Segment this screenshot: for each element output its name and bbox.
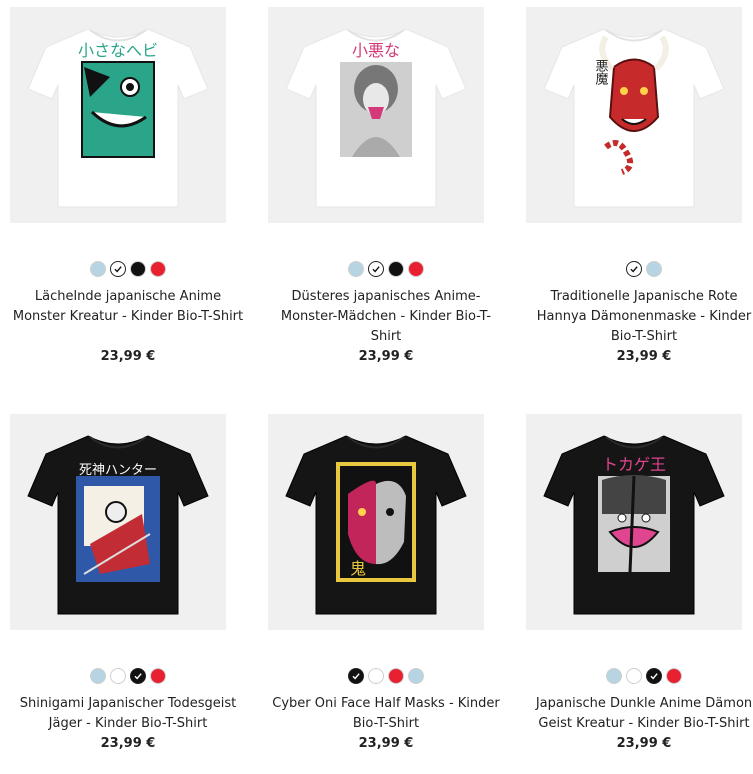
product-title[interactable]: Düsteres japanisches Anime-Monster-Mädch… (268, 287, 504, 347)
color-swatch[interactable] (388, 261, 404, 277)
color-swatch-selected[interactable] (646, 668, 662, 684)
color-swatches (10, 668, 246, 684)
svg-text:悪魔: 悪魔 (593, 59, 609, 85)
product-price: 23,99 € (100, 349, 156, 364)
product-price: 23,99 € (358, 349, 414, 364)
check-icon (352, 673, 360, 680)
product-price: 23,99 € (616, 349, 672, 364)
check-icon (372, 266, 380, 273)
color-swatch[interactable] (408, 668, 424, 684)
svg-text:鬼: 鬼 (350, 559, 366, 578)
product-image[interactable]: 鬼 (268, 414, 484, 630)
svg-text:死神ハンター: 死神ハンター (79, 463, 157, 478)
color-swatch[interactable] (130, 261, 146, 277)
color-swatch[interactable] (90, 668, 106, 684)
product-title[interactable]: Shinigami Japanischer Todesgeist Jäger -… (10, 694, 246, 734)
print-design: 小さなへビ (78, 41, 158, 158)
color-swatches (268, 668, 504, 684)
color-swatch[interactable] (150, 261, 166, 277)
check-icon (630, 266, 638, 273)
color-swatch[interactable] (110, 668, 126, 684)
color-swatch[interactable] (368, 668, 384, 684)
color-swatch[interactable] (388, 668, 404, 684)
color-swatch-selected[interactable] (348, 668, 364, 684)
color-swatch[interactable] (90, 261, 106, 277)
product-price: 23,99 € (358, 736, 414, 751)
color-swatch-selected[interactable] (130, 668, 146, 684)
check-icon (134, 673, 142, 680)
svg-text:小悪な: 小悪な (352, 41, 400, 60)
print-design: 死神ハンター (76, 463, 160, 582)
check-icon (650, 673, 658, 680)
product-image[interactable]: 死神ハンター (10, 414, 226, 630)
color-swatch[interactable] (646, 261, 662, 277)
color-swatch[interactable] (150, 668, 166, 684)
check-icon (114, 266, 122, 273)
color-swatches (10, 261, 246, 277)
color-swatch[interactable] (348, 261, 364, 277)
color-swatch-selected[interactable] (626, 261, 642, 277)
color-swatch-selected[interactable] (368, 261, 384, 277)
product-image[interactable]: 悪魔 (526, 7, 742, 223)
svg-text:トカゲ王: トカゲ王 (602, 455, 666, 474)
color-swatch[interactable] (626, 668, 642, 684)
product-title[interactable]: Cyber Oni Face Half Masks - Kinder Bio-T… (268, 694, 504, 734)
print-design: トカゲ王 (598, 455, 670, 573)
product-image[interactable]: トカゲ王 (526, 414, 742, 630)
product-title[interactable]: Lächelnde japanische Anime Monster Kreat… (10, 287, 246, 327)
color-swatch[interactable] (408, 261, 424, 277)
product-title[interactable]: Traditionelle Japanische Rote Hannya Däm… (526, 287, 753, 347)
color-swatches (268, 261, 504, 277)
color-swatches (526, 261, 753, 277)
product-image[interactable]: 小悪な (268, 7, 484, 223)
color-swatch[interactable] (666, 668, 682, 684)
product-price: 23,99 € (616, 736, 672, 751)
print-design: 鬼 (336, 462, 416, 582)
product-price: 23,99 € (100, 736, 156, 751)
product-grid: 小さなへビ Lächelnde japanische Anime Monster… (0, 0, 753, 774)
color-swatches (526, 668, 753, 684)
product-image[interactable]: 小さなへビ (10, 7, 226, 223)
svg-text:小さなへビ: 小さなへビ (78, 41, 158, 60)
product-title[interactable]: Japanische Dunkle Anime Dämon Geist Krea… (526, 694, 753, 734)
color-swatch-selected[interactable] (110, 261, 126, 277)
color-swatch[interactable] (606, 668, 622, 684)
